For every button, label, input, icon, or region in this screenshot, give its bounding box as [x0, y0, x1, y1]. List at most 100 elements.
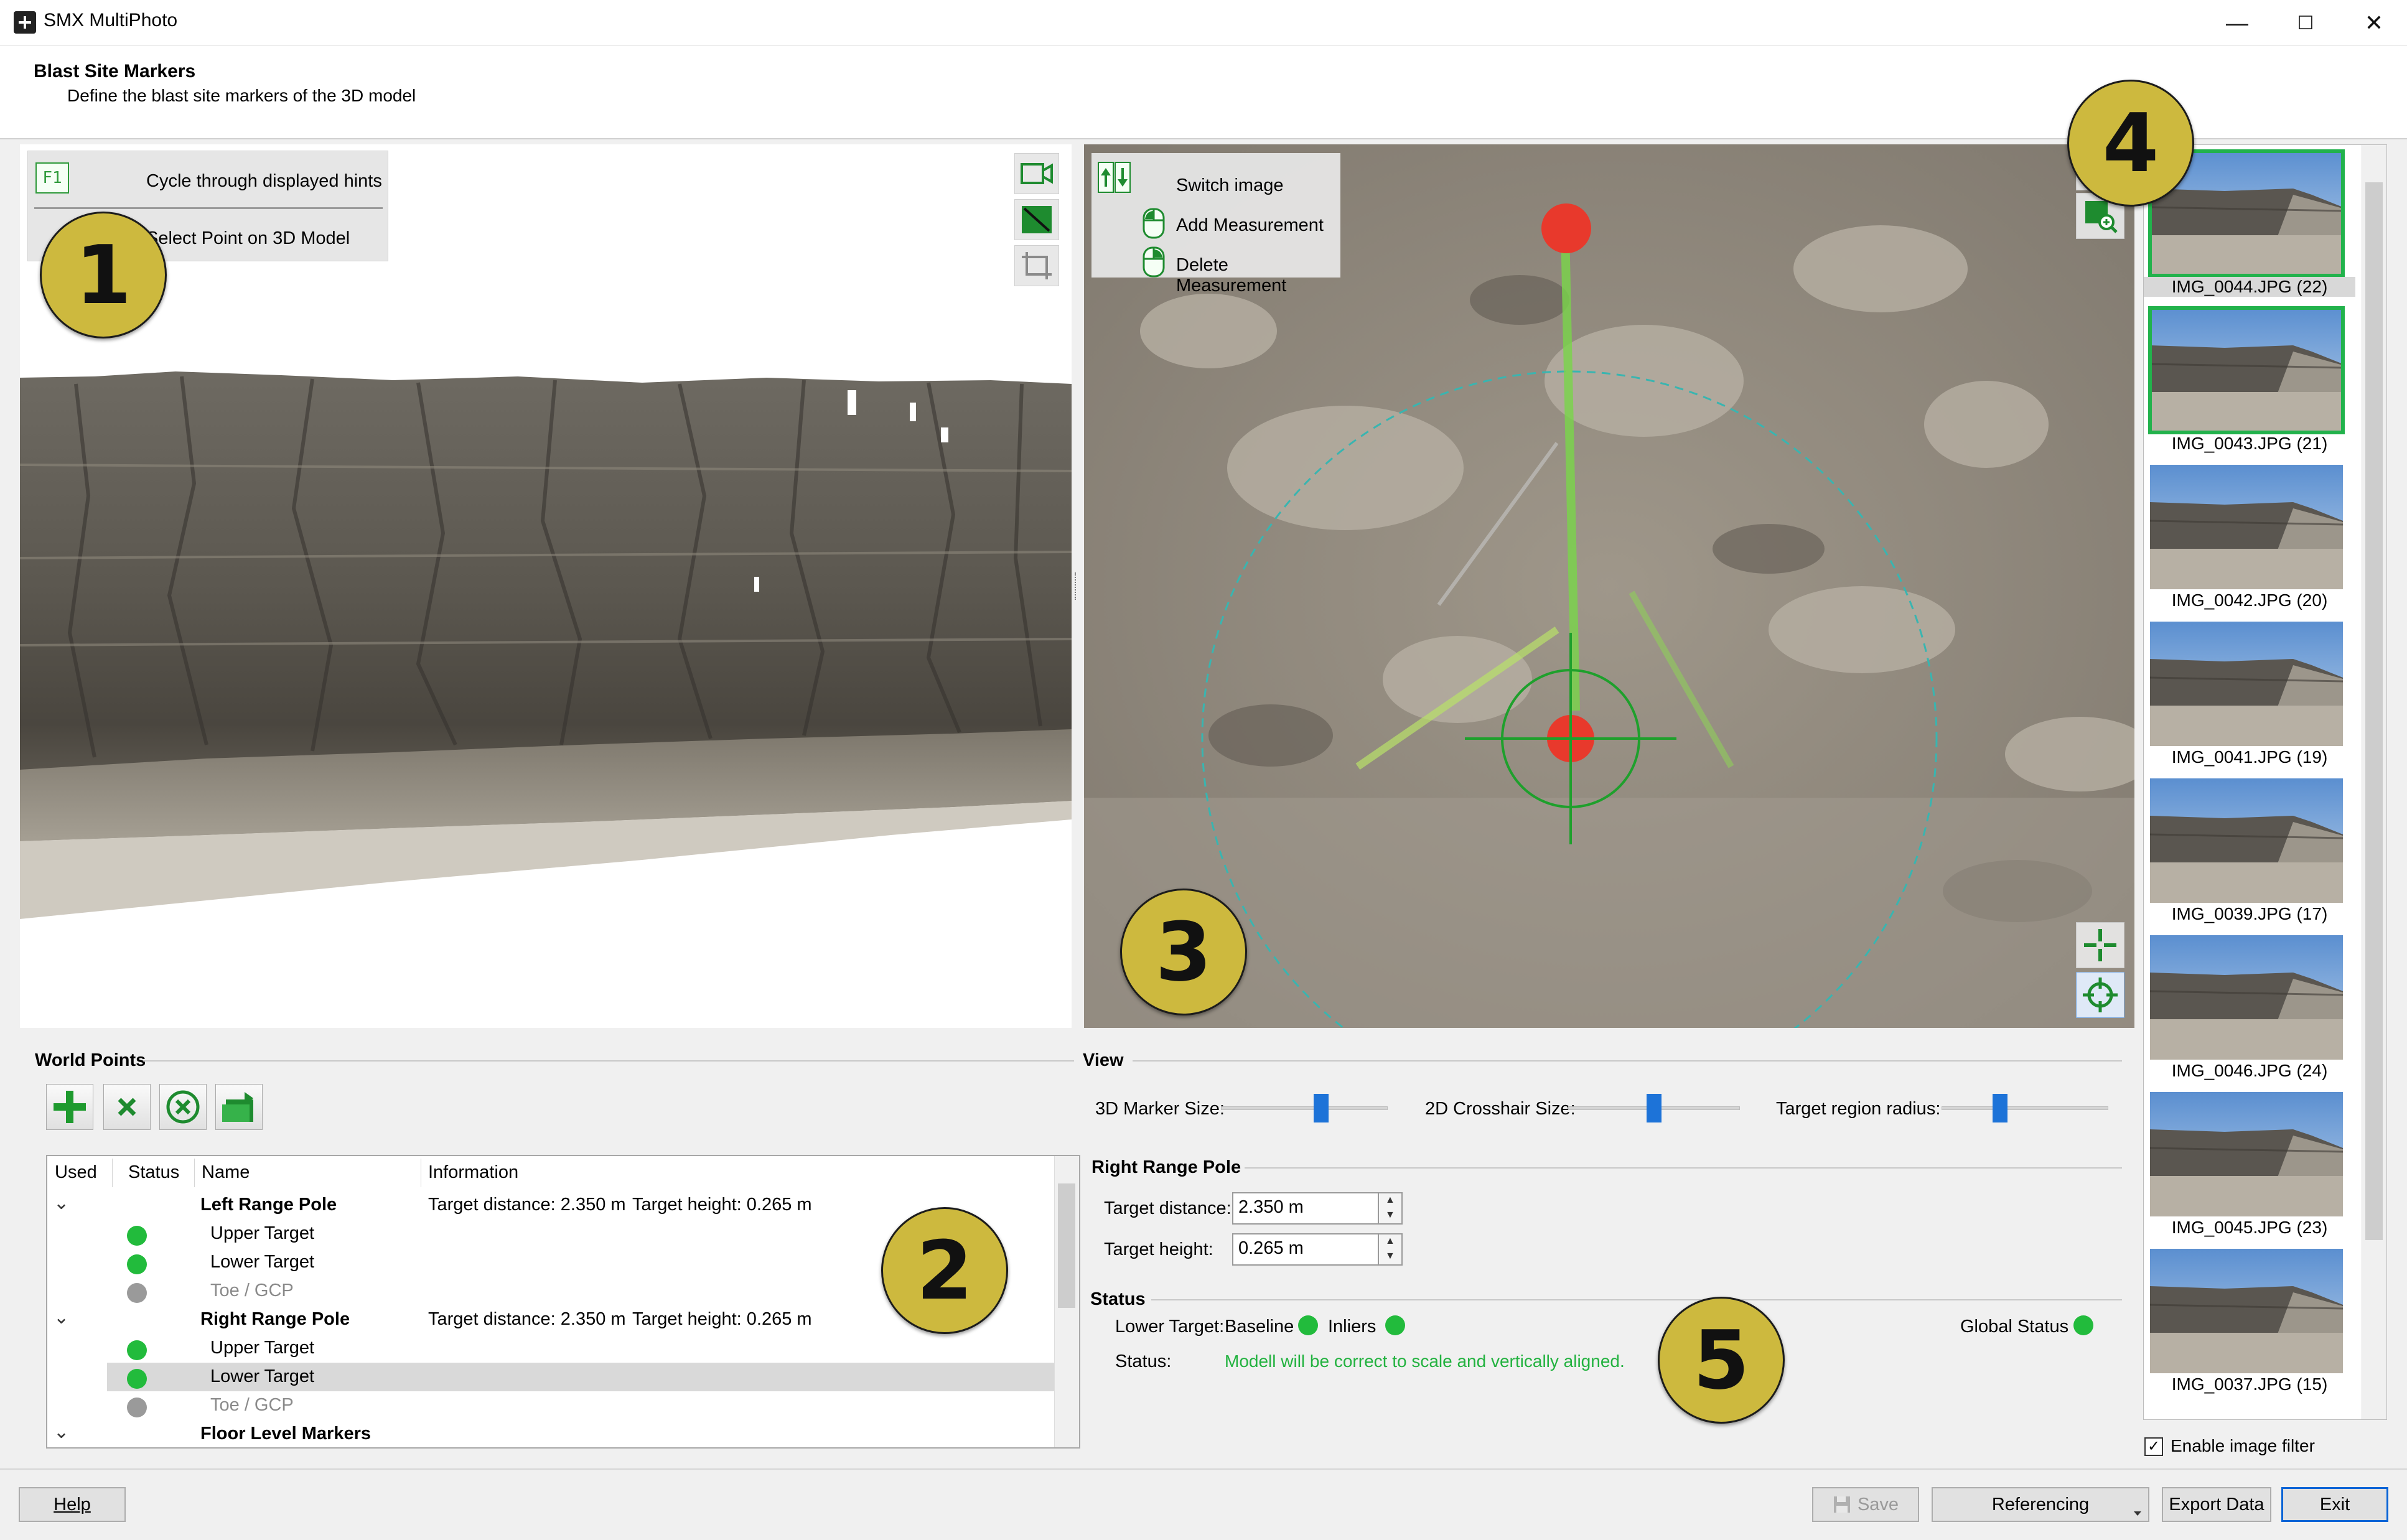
- add-icon[interactable]: [46, 1084, 93, 1130]
- col-separator: [112, 1159, 113, 1187]
- target-height-input[interactable]: 0.265 m: [1232, 1233, 1379, 1266]
- import-icon[interactable]: [215, 1084, 263, 1130]
- view-heading: View: [1083, 1050, 1124, 1070]
- crosshair-size-slider-handle[interactable]: [1647, 1094, 1662, 1122]
- thumbnail-label[interactable]: IMG_0041.JPG (19): [2144, 747, 2355, 767]
- marker-size-slider[interactable]: [1221, 1106, 1388, 1110]
- target-distance-stepper[interactable]: [1379, 1192, 1403, 1225]
- image-thumbnail-list[interactable]: IMG_0044.JPG (22) IMG_0043.JPG (21) IMG_00…: [2143, 144, 2387, 1420]
- expand-chevron-icon[interactable]: ⌄: [54, 1192, 69, 1214]
- f1-key-icon: F1: [35, 162, 69, 194]
- callout-badge-1: 1: [40, 212, 167, 338]
- delete-icon[interactable]: [103, 1084, 151, 1130]
- thumbnail-scroll-thumb[interactable]: [2365, 182, 2383, 1240]
- status-dot: [127, 1254, 147, 1274]
- thumbnail-image[interactable]: [2149, 465, 2344, 589]
- minimize-button[interactable]: —: [2203, 0, 2271, 46]
- col-name[interactable]: Name: [202, 1162, 250, 1183]
- tree-row-selected[interactable]: Lower Target: [107, 1363, 1055, 1391]
- hint-divider: [34, 207, 383, 209]
- exit-button[interactable]: Exit: [2281, 1487, 2388, 1522]
- world-points-heading: World Points: [35, 1050, 146, 1070]
- window-title: SMX MultiPhoto: [44, 10, 178, 30]
- inliers-status-dot: [1385, 1315, 1405, 1335]
- save-button[interactable]: Save: [1812, 1487, 1919, 1522]
- texture-toggle-icon[interactable]: [1014, 199, 1059, 240]
- status-message: Modell will be correct to scale and vert…: [1225, 1351, 1625, 1371]
- tree-row[interactable]: Upper Target: [47, 1334, 1055, 1363]
- thumbnail-label[interactable]: IMG_0037.JPG (15): [2144, 1374, 2355, 1394]
- thumbnail-label[interactable]: IMG_0043.JPG (21): [2144, 434, 2355, 454]
- center-target-icon[interactable]: [2076, 972, 2124, 1018]
- thumbnail-label[interactable]: IMG_0046.JPG (24): [2144, 1061, 2355, 1081]
- thumbnail-label[interactable]: IMG_0042.JPG (20): [2144, 590, 2355, 610]
- thumbnail-image[interactable]: [2149, 1092, 2344, 1216]
- camera-icon[interactable]: [1014, 153, 1059, 194]
- image-filter-checkbox[interactable]: ✓: [2144, 1437, 2163, 1456]
- export-data-button[interactable]: Export Data: [2162, 1487, 2271, 1522]
- target-radius-slider[interactable]: [1942, 1106, 2108, 1110]
- status-dot: [127, 1283, 147, 1303]
- world-points-divider: [143, 1060, 1074, 1062]
- col-status[interactable]: Status: [128, 1162, 179, 1183]
- thumbnail-image[interactable]: [2148, 306, 2345, 434]
- hint-select-point-text: Select Point on 3D Model: [146, 228, 350, 248]
- expand-chevron-icon[interactable]: ⌄: [54, 1421, 69, 1443]
- callout-badge-5: 5: [1658, 1297, 1785, 1424]
- tree-group-row[interactable]: ⌄ Left Range Pole Target distance: 2.350…: [47, 1191, 1055, 1220]
- baseline-status-dot: [1298, 1315, 1318, 1335]
- target-height-stepper[interactable]: [1379, 1233, 1403, 1266]
- callout-badge-4: 4: [2067, 80, 2194, 207]
- page-header: Blast Site Markers Define the blast site…: [0, 46, 2407, 139]
- maximize-button[interactable]: ☐: [2271, 0, 2340, 46]
- left-mouse-icon: [1143, 208, 1165, 239]
- status-dot: [127, 1398, 147, 1417]
- point-name: Upper Target: [210, 1338, 315, 1358]
- thumbnail-label[interactable]: IMG_0045.JPG (23): [2144, 1218, 2355, 1238]
- save-label: Save: [1857, 1494, 1899, 1514]
- col-information[interactable]: Information: [428, 1162, 518, 1183]
- group-name: Floor Level Markers: [200, 1424, 371, 1444]
- target-radius-label: Target region radius:: [1776, 1099, 1941, 1119]
- hint-add-measurement: Add Measurement: [1176, 215, 1324, 235]
- model-3d-view[interactable]: F1 Cycle through displayed hints Select …: [20, 144, 1072, 1028]
- thumbnail-image[interactable]: [2149, 1249, 2344, 1373]
- help-button[interactable]: Help: [19, 1487, 126, 1522]
- photo-measurement-view[interactable]: Switch image Add Measurement Delete Meas…: [1084, 144, 2134, 1028]
- global-status-label: Global Status: [1960, 1317, 2069, 1337]
- quarry-wall-3d-model[interactable]: [20, 371, 1072, 925]
- hint-cycle-text: Cycle through displayed hints: [146, 171, 382, 191]
- thumbnail-label[interactable]: IMG_0044.JPG (22): [2144, 277, 2355, 297]
- target-height-label: Target height:: [1104, 1239, 1213, 1259]
- tree-row[interactable]: Toe / GCP: [47, 1391, 1055, 1420]
- close-button[interactable]: ✕: [2340, 0, 2407, 46]
- marker-size-slider-handle[interactable]: [1313, 1094, 1329, 1122]
- splitter-handle[interactable]: [1075, 572, 1078, 600]
- status-dot: [127, 1340, 147, 1360]
- right-mouse-icon: [1143, 246, 1165, 278]
- page-title: Blast Site Markers: [34, 61, 196, 82]
- col-used[interactable]: Used: [55, 1162, 97, 1183]
- thumbnail-image[interactable]: [2149, 622, 2344, 746]
- tree-group-row[interactable]: ⌄ Floor Level Markers: [47, 1420, 1055, 1447]
- referencing-button[interactable]: Referencing: [1932, 1487, 2149, 1522]
- page-subtitle: Define the blast site markers of the 3D …: [67, 86, 416, 105]
- thumbnail-image[interactable]: [2149, 778, 2344, 903]
- crop-frame-icon[interactable]: [1014, 245, 1059, 286]
- image-hints-panel: Switch image Add Measurement Delete Meas…: [1091, 153, 1340, 296]
- point-name: Toe / GCP: [210, 1281, 294, 1300]
- target-radius-slider-handle[interactable]: [1992, 1094, 2007, 1122]
- group-info-height: Target height: 0.265 m: [632, 1195, 812, 1215]
- thumbnail-label[interactable]: IMG_0039.JPG (17): [2144, 904, 2355, 924]
- group-info-distance: Target distance: 2.350 m: [428, 1309, 626, 1329]
- add-crosshair-icon[interactable]: [2076, 922, 2124, 968]
- crosshair-size-label: 2D Crosshair Size:: [1425, 1099, 1576, 1119]
- pole-divider: [1245, 1167, 2122, 1169]
- target-distance-input[interactable]: 2.350 m: [1232, 1192, 1379, 1225]
- expand-chevron-icon[interactable]: ⌄: [54, 1307, 69, 1328]
- global-status-dot: [2073, 1315, 2093, 1335]
- clear-icon[interactable]: [159, 1084, 207, 1130]
- thumbnail-image[interactable]: [2149, 935, 2344, 1060]
- status-label: Status:: [1115, 1351, 1172, 1371]
- tree-scroll-thumb[interactable]: [1058, 1183, 1075, 1308]
